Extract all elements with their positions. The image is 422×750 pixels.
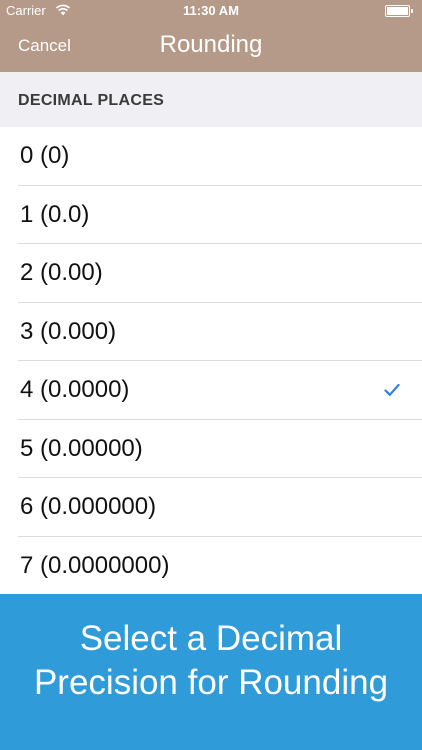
status-time: 11:30 AM (183, 3, 239, 18)
list-item-label: 0 (0) (20, 142, 70, 169)
list-item-6[interactable]: 6 (0.000000) (0, 478, 422, 537)
list-item-label: 3 (0.000) (20, 317, 117, 345)
list-item-0[interactable]: 0 (0) (0, 127, 422, 186)
list-item-label: 7 (0.0000000) (20, 551, 170, 579)
list-item-7[interactable]: 7 (0.0000000) (0, 536, 422, 595)
list-item-2[interactable]: 2 (0.00) (0, 244, 422, 303)
list-item-label: 5 (0.00000) (20, 434, 143, 462)
list-item-label: 4 (0.0000) (20, 376, 130, 403)
decimal-places-list: 0 (0) 1 (0.0) 2 (0.00) 3 (0.000) 4 (0.00… (0, 127, 422, 595)
section-header: DECIMAL PLACES (0, 72, 422, 127)
navigation-bar: Cancel Rounding (0, 22, 422, 72)
list-item-label: 6 (0.000000) (20, 493, 157, 520)
list-item-3[interactable]: 3 (0.000) (0, 302, 422, 361)
list-item-1[interactable]: 1 (0.0) (0, 185, 422, 244)
list-item-label: 1 (0.0) (20, 200, 90, 228)
rounding-screen: Carrier 11:30 AM Cancel Rounding DECIMAL… (0, 0, 422, 750)
page-title: Rounding (159, 31, 263, 58)
checkmark-icon (384, 383, 400, 396)
top-bar: Carrier 11:30 AM Cancel Rounding (0, 0, 422, 72)
list-item-4[interactable]: 4 (0.0000) (0, 361, 422, 420)
banner-line-1: Select a Decimal (79, 619, 343, 658)
status-bar: Carrier 11:30 AM (0, 0, 422, 22)
promo-banner: Select a Decimal Precision for Rounding (0, 594, 422, 750)
banner-line-2: Precision for Rounding (33, 663, 389, 702)
section-header-label: DECIMAL PLACES (18, 92, 165, 109)
list-item-5[interactable]: 5 (0.00000) (0, 419, 422, 478)
battery-icon (385, 5, 413, 17)
list-item-label: 2 (0.00) (20, 259, 103, 286)
